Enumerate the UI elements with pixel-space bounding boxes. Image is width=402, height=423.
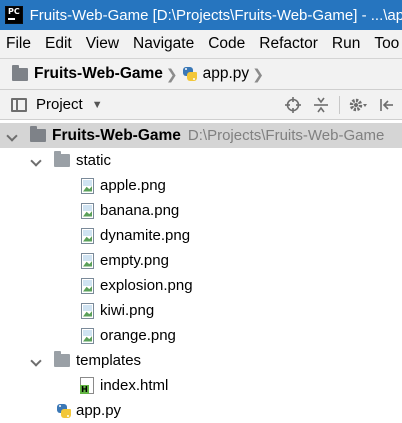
window-title-bar[interactable]: PC Fruits-Web-Game [D:\Projects\Fruits-W… [0,0,402,30]
tree-root-row[interactable]: Fruits-Web-Game D:\Projects\Fruits-Web-G… [0,123,402,148]
tree-file-row[interactable]: empty.png [0,248,402,273]
chevron-right-icon: ❯ [165,65,178,82]
image-file-icon [81,302,94,319]
file-name: app.py [76,402,122,419]
folder-icon [30,126,46,142]
tree-file-row[interactable]: apple.png [0,173,402,198]
breadcrumb-project-label: Fruits-Web-Game [34,65,163,82]
tree-file-row[interactable]: orange.png [0,323,402,348]
tree-root-path: D:\Projects\Fruits-Web-Game [187,127,385,144]
menu-navigate[interactable]: Navigate [126,35,201,53]
menu-code[interactable]: Code [201,35,252,53]
settings-icon[interactable] [348,95,368,115]
tree-folder-static[interactable]: static [0,148,402,173]
expand-arrow-icon[interactable] [30,355,42,367]
file-name: empty.png [100,252,169,269]
collapse-all-icon[interactable] [311,95,331,115]
menu-run[interactable]: Run [325,35,367,53]
html-file-icon: H [80,377,94,394]
chevron-right-icon: ❯ [252,65,264,82]
tree-file-row[interactable]: kiwi.png [0,298,402,323]
toolbar-separator [339,95,340,114]
view-dropdown-icon[interactable]: ▼ [92,99,103,111]
image-file-icon [81,177,94,194]
tree-file-row[interactable]: banana.png [0,198,402,223]
tree-file-row[interactable]: explosion.png [0,273,402,298]
locate-icon[interactable] [283,95,303,115]
breadcrumb-project[interactable]: Fruits-Web-Game [12,64,163,83]
folder-name: templates [76,352,142,369]
tree-file-row[interactable]: dynamite.png [0,223,402,248]
image-file-icon [81,252,94,269]
expand-arrow-icon[interactable] [6,130,18,142]
menu-edit[interactable]: Edit [38,35,79,53]
file-name: explosion.png [100,277,193,294]
file-name: dynamite.png [100,227,191,244]
menu-file[interactable]: File [0,35,38,53]
tool-window-title[interactable]: Project [36,96,83,113]
tree-file-row[interactable]: app.py [0,398,402,423]
menu-refactor[interactable]: Refactor [252,35,325,53]
image-file-icon [81,327,94,344]
window-title: Fruits-Web-Game [D:\Projects\Fruits-Web-… [29,6,402,24]
file-name: kiwi.png [100,302,155,319]
menu-view[interactable]: View [79,35,126,53]
folder-icon [54,151,70,167]
file-name: index.html [100,377,169,394]
navigation-bar: Fruits-Web-Game ❯ app.py ❯ [0,58,402,90]
menu-bar: File Edit View Navigate Code Refactor Ru… [0,30,402,58]
breadcrumb-file[interactable]: app.py [182,65,250,83]
image-file-icon [81,277,94,294]
python-file-icon [56,403,72,419]
tree-root-name: Fruits-Web-Game [52,126,181,144]
project-tool-window-header: Project ▼ [0,90,402,120]
project-view-icon [11,97,27,112]
image-file-icon [81,202,94,219]
file-name: orange.png [100,327,176,344]
tree-folder-templates[interactable]: templates [0,348,402,373]
hide-icon[interactable] [376,95,396,115]
breadcrumb-file-label: app.py [202,65,250,82]
folder-name: static [76,152,112,169]
project-tree: Fruits-Web-Game D:\Projects\Fruits-Web-G… [0,121,402,423]
image-file-icon [81,227,94,244]
expand-arrow-icon[interactable] [30,155,42,167]
tree-file-row[interactable]: H index.html [0,373,402,398]
folder-icon [54,351,70,367]
python-file-icon [182,66,198,82]
file-name: apple.png [100,177,166,194]
pycharm-icon: PC [5,6,23,24]
folder-icon [12,64,28,81]
file-name: banana.png [100,202,180,219]
menu-tools[interactable]: Too [367,35,402,53]
